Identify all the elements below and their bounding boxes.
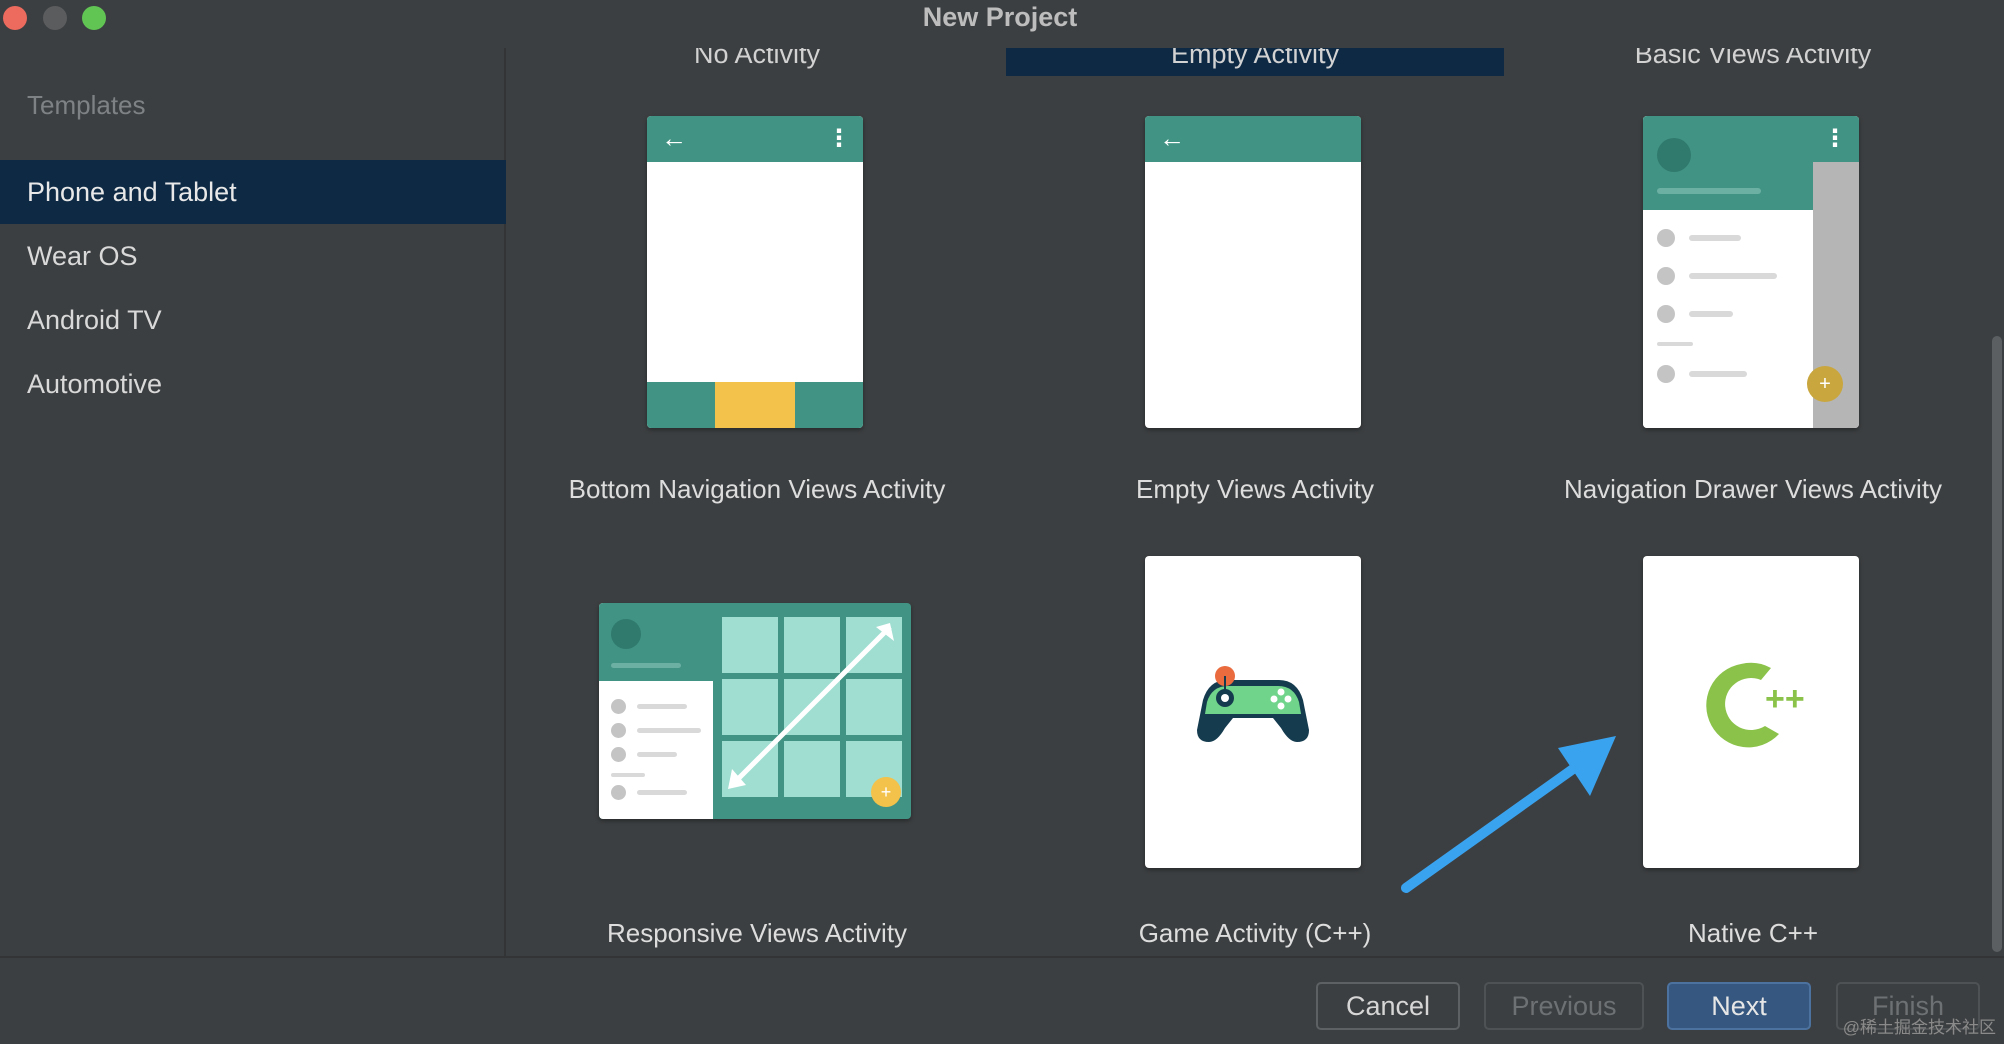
list-item-line <box>1689 273 1777 279</box>
list-item-dot <box>1657 305 1675 323</box>
empty-views-preview[interactable]: ← <box>1145 116 1361 428</box>
template-label-responsive-views[interactable]: Responsive Views Activity <box>508 918 1006 949</box>
list-item-line <box>637 752 677 757</box>
list-item-line <box>637 790 687 795</box>
responsive-views-preview[interactable]: + <box>599 603 911 819</box>
list-item-dot <box>1657 267 1675 285</box>
sidebar-heading: Templates <box>27 90 146 120</box>
template-label-basic-views-activity[interactable]: Basic Views Activity <box>1504 48 1992 74</box>
fab-plus-icon: + <box>1807 366 1843 402</box>
sidebar-item-android-tv[interactable]: Android TV <box>0 288 506 352</box>
game-activity-preview[interactable] <box>1145 556 1361 868</box>
list-item-dot <box>611 747 626 762</box>
sidebar-item-phone-and-tablet[interactable]: Phone and Tablet <box>0 160 506 224</box>
sidebar-item-automotive[interactable]: Automotive <box>0 352 506 416</box>
previous-button[interactable]: Previous <box>1484 982 1644 1030</box>
bottom-nav-active-tab <box>715 382 795 428</box>
list-item-line <box>1689 235 1741 241</box>
template-label-game-activity[interactable]: Game Activity (C++) <box>1006 918 1504 949</box>
list-item-dot <box>1657 365 1675 383</box>
responsive-list-header <box>599 603 713 681</box>
resize-diagonal-arrow-icon <box>728 623 894 789</box>
templates-sidebar: Templates Phone and Tablet Wear OS Andro… <box>0 48 506 956</box>
navigation-drawer-preview[interactable]: ⋮ + <box>1643 116 1859 428</box>
list-item-dot <box>611 785 626 800</box>
list-item-dot <box>1657 229 1675 247</box>
fab-plus-icon: + <box>871 777 901 807</box>
avatar <box>1657 138 1691 172</box>
template-label-no-activity[interactable]: No Activity <box>508 48 1006 74</box>
cancel-button[interactable]: Cancel <box>1316 982 1460 1030</box>
gamepad-icon <box>1197 666 1309 742</box>
back-arrow-icon: ← <box>661 123 687 153</box>
dialog-footer: Cancel Previous Next Finish @稀土掘金技术社区 <box>0 956 2004 1044</box>
overflow-menu-icon: ⋮ <box>1823 125 1847 152</box>
list-item-line <box>637 704 687 709</box>
responsive-list-pane <box>599 603 713 819</box>
drawer-header-line <box>1657 188 1761 194</box>
header-line <box>611 663 681 668</box>
list-item-dot <box>611 723 626 738</box>
title-bar: New Project <box>0 0 2004 34</box>
drawer-header <box>1643 116 1813 210</box>
template-label-native-cpp[interactable]: Native C++ <box>1504 918 1992 949</box>
next-button[interactable]: Next <box>1667 982 1811 1030</box>
template-grid: No Activity Empty Activity Basic Views A… <box>508 48 1992 956</box>
back-arrow-icon: ← <box>1159 123 1185 153</box>
template-label-empty-views[interactable]: Empty Views Activity <box>1006 474 1504 505</box>
template-label-navigation-drawer[interactable]: Navigation Drawer Views Activity <box>1504 474 1992 505</box>
bottom-navigation-preview[interactable]: ← ⋮ <box>647 116 863 428</box>
template-label-bottom-navigation[interactable]: Bottom Navigation Views Activity <box>508 474 1006 505</box>
app-bar: ← <box>1145 116 1361 162</box>
overflow-menu-icon: ⋮ <box>827 125 851 152</box>
svg-text:++: ++ <box>1765 680 1805 718</box>
drawer-panel <box>1643 116 1813 428</box>
sidebar-item-wear-os[interactable]: Wear OS <box>0 224 506 288</box>
list-item-line <box>1689 371 1747 377</box>
template-label-empty-activity[interactable]: Empty Activity <box>1006 48 1504 74</box>
list-item-dot <box>611 699 626 714</box>
app-bar: ← ⋮ <box>647 116 863 162</box>
watermark-text: @稀土掘金技术社区 <box>1842 1018 1996 1037</box>
native-cpp-preview[interactable]: ++ <box>1643 556 1859 868</box>
list-divider <box>1657 342 1693 346</box>
list-item-line <box>1689 311 1733 317</box>
cpp-logo-icon: ++ <box>1706 662 1805 748</box>
avatar <box>611 619 641 649</box>
bottom-nav-bar <box>647 382 863 428</box>
list-item-line <box>637 728 701 733</box>
window-title: New Project <box>922 2 1078 32</box>
list-divider <box>611 773 645 777</box>
vertical-scrollbar[interactable] <box>1992 336 2002 952</box>
